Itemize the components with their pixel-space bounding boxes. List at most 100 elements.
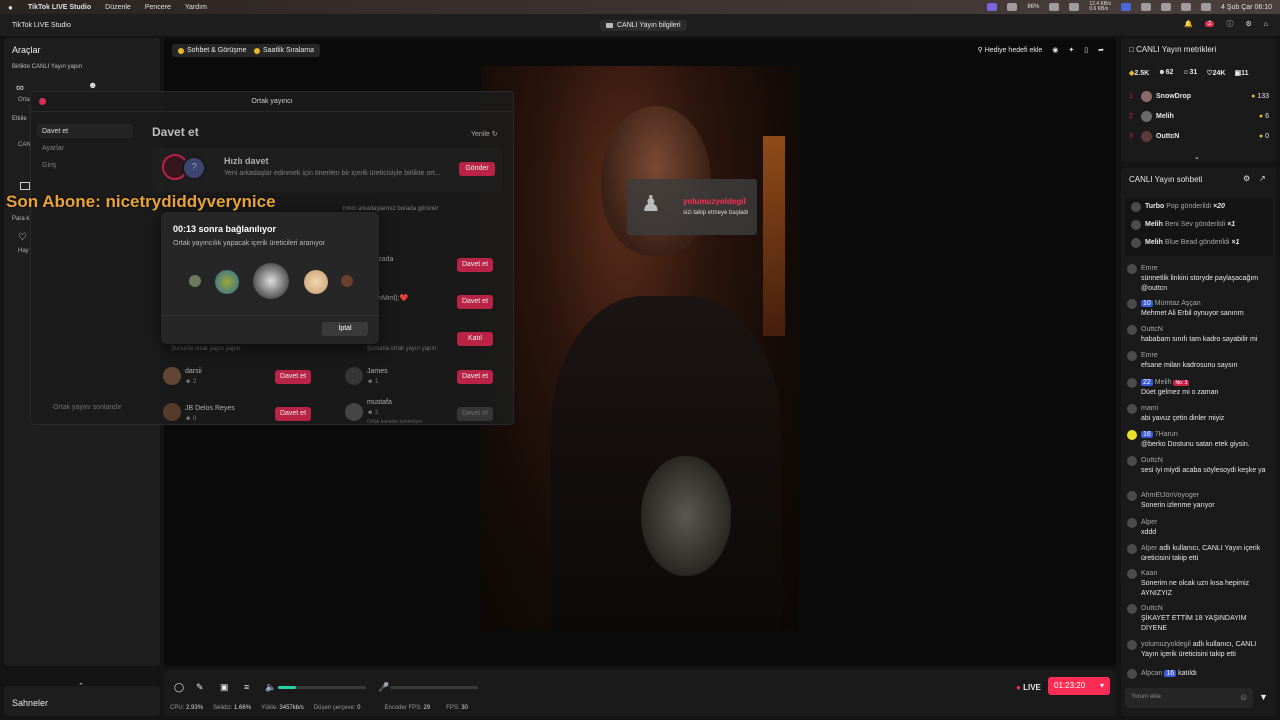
live-indicator: ● LIVE <box>1016 683 1041 692</box>
chat-message[interactable]: OuttcN hababam sınıfı tam kadro sayabilir… <box>1127 325 1272 345</box>
bell-icon[interactable]: 🔔 <box>1184 20 1193 28</box>
chat-message[interactable]: Kaan Sonerim ne olcak uzn kısa hepimiz AY… <box>1127 569 1272 599</box>
chat-message[interactable]: OuttcN sesi iyi miydi acaba söylesoydi ke… <box>1127 456 1272 476</box>
invite-button-1[interactable]: Davet et <box>457 258 493 272</box>
settings-icon[interactable]: ⚙ <box>1243 174 1250 183</box>
status-icon[interactable] <box>1007 3 1018 11</box>
speaker-icon[interactable]: 🔈 <box>265 682 276 693</box>
home-icon[interactable]: ⌂ <box>1264 21 1268 28</box>
user-name: mustafa <box>367 399 392 406</box>
volume-slider[interactable] <box>278 686 366 689</box>
volume-icon[interactable] <box>1141 3 1152 11</box>
background-lamp <box>763 136 785 336</box>
emoji-icon[interactable]: ☺ <box>1239 692 1248 702</box>
gift-row: Turbo Pop gönderildi ×20 <box>1131 202 1276 212</box>
end-live-button[interactable]: 01:23:20 ▾ <box>1048 677 1110 695</box>
chat-message[interactable]: Emre efsane milan kadrosunu saysın <box>1127 351 1272 371</box>
help-icon[interactable]: ⓘ <box>1226 19 1233 29</box>
mac-menubar: ● TikTok LIVE Studio Düzenle Pencere Yar… <box>0 0 1280 14</box>
chat-message[interactable]: Alper adlı kullanıcı, CANLI Yayın içerik… <box>1127 544 1272 564</box>
gift-goal-label: Hediye hedefi ekle <box>984 47 1043 54</box>
avatar <box>341 275 353 287</box>
pen-icon[interactable]: ✎ <box>196 682 204 693</box>
viewers-stat: ☻62 <box>1158 69 1174 76</box>
chevron-down-icon[interactable]: ⌄ <box>1194 153 1200 161</box>
invite-button-disabled[interactable]: Davet et <box>457 407 493 421</box>
chat-message[interactable]: OuttcN ŞİKAYET ETTİM 18 YAŞINDAYIM DİYENE <box>1127 604 1272 634</box>
hourly-rank-pill[interactable]: Saatlik Sıralama <box>248 44 320 57</box>
bluetooth-icon[interactable] <box>1069 3 1080 11</box>
close-dot-icon[interactable] <box>39 98 46 105</box>
selidiz-stat: Selidiz: 1.66% <box>213 705 252 711</box>
invite-button[interactable]: Davet et <box>457 370 493 384</box>
settings-icon[interactable]: ⚙ <box>1245 20 1251 28</box>
menu-app-name[interactable]: TikTok LIVE Studio <box>28 4 91 11</box>
popout-icon[interactable]: ↗ <box>1259 174 1266 183</box>
search-icon[interactable] <box>1181 3 1192 11</box>
chat-message[interactable]: yolumuzyoldegil adlı kullanıcı, CANLI Ya… <box>1127 640 1272 660</box>
cancel-button[interactable]: İptal <box>322 322 368 336</box>
sliders-icon[interactable]: ≡ <box>244 682 249 692</box>
apple-icon[interactable]: ● <box>8 3 18 12</box>
chevron-up-icon[interactable]: ⌃ <box>78 682 84 690</box>
moon-icon[interactable] <box>1049 3 1060 11</box>
record-icon[interactable]: ◯ <box>174 682 184 693</box>
heart-icon[interactable]: ♡ <box>18 232 27 243</box>
monetize-section: Para k <box>12 216 30 222</box>
mic-icon[interactable]: 🎤 <box>378 682 389 693</box>
chat-message[interactable]: AhmEtJönVoyoger Sonerin izlenme yarıyor <box>1127 491 1272 511</box>
refresh-button[interactable]: Yenile ↻ <box>471 130 498 138</box>
menu-help[interactable]: Yardım <box>185 4 207 11</box>
menubar-clock[interactable]: 4 Şub Çar 06:10 <box>1221 4 1272 11</box>
mic-slider[interactable] <box>390 686 478 689</box>
gift-row: Melih Beni Sev gönderildi ×1 <box>1131 220 1276 230</box>
chat-message[interactable]: Alpcan 16 katıldı <box>1127 669 1272 679</box>
control-center-icon[interactable] <box>1201 3 1212 11</box>
crop-icon[interactable]: ▣ <box>220 682 229 693</box>
live-info-button[interactable]: CANLI Yayın bilgileri <box>600 20 687 31</box>
chat-message[interactable]: Emre sünnetlik linkini storyde paylaşacağ… <box>1127 264 1272 294</box>
invite-button[interactable]: Davet et <box>275 407 311 421</box>
chat-message[interactable]: 10 Mümtaz Aşçan Mehmet Ali Erbil oynuyor … <box>1127 299 1272 319</box>
gift-row: Melih Blue Bead gönderildi ×1 <box>1131 238 1276 248</box>
chat-message[interactable]: 22 Melih No. 3 Düet gelmez mi o zaman <box>1127 378 1272 398</box>
sparkle-icon[interactable]: ✦ <box>1068 46 1074 54</box>
quick-invite-card: ? Hızlı davet Yeni arkadaşlar edinmek iç… <box>152 148 502 192</box>
avatar <box>253 263 289 299</box>
scenes-panel: ⌃ Sahneler <box>4 683 160 716</box>
chat-message[interactable]: Alper xddd <box>1127 518 1272 538</box>
tv-icon <box>606 23 613 28</box>
record-toggle-icon[interactable]: ◉ <box>1052 46 1058 54</box>
nav-settings[interactable]: Ayarlar <box>42 145 64 152</box>
menu-edit[interactable]: Düzenle <box>105 4 131 11</box>
menu-window[interactable]: Pencere <box>145 4 171 11</box>
wifi-icon[interactable] <box>1161 3 1172 11</box>
chat-message[interactable]: 16 7Harun @berko Dostunu satan etek giysi… <box>1127 430 1272 450</box>
shirt-print <box>641 456 731 576</box>
chat-call-pill[interactable]: Sohbet & Görüşme <box>172 44 253 57</box>
encoder-fps-stat: Encoder FPS: 29 <box>384 705 431 711</box>
invite-button[interactable]: Davet et <box>275 370 311 384</box>
rank-row: 1 SnowDrop ● 133 <box>1129 90 1269 102</box>
cpu-stat: CPU: 2.93% <box>170 705 204 711</box>
live-chat-panel: CANLI Yayın sohbeti ⚙ ↗ Turbo Pop gönder… <box>1121 168 1276 716</box>
gift-goal-button[interactable]: ⚲ Hediye hedefi ekle <box>978 46 1043 54</box>
end-cohost-link[interactable]: Ortak yayını sonlandır <box>53 404 121 411</box>
filter-icon[interactable]: ▼ <box>1259 692 1268 702</box>
invite-button-2[interactable]: Davet et <box>457 295 493 309</box>
record-icon[interactable] <box>987 3 998 11</box>
app-icon[interactable] <box>1121 3 1132 11</box>
chat-message[interactable]: mami abi yavuz çetin dinler miyiz <box>1127 404 1272 424</box>
chat-input[interactable]: Yorum ekle ☺ <box>1125 688 1253 708</box>
phone-icon[interactable]: ▯ <box>1084 46 1088 54</box>
send-button[interactable]: Gönder <box>459 162 495 176</box>
nav-login[interactable]: Giriş <box>42 162 56 169</box>
dropped-frames-stat: Düşen çerçeve: 0 <box>313 705 361 711</box>
share-icon[interactable]: ➦ <box>1098 46 1104 54</box>
join-button[interactable]: Katıl <box>457 332 493 346</box>
scenes-title: Sahneler <box>12 698 49 708</box>
box-icon[interactable] <box>20 182 30 190</box>
nav-invite[interactable]: Davet et <box>42 128 68 135</box>
likes-stat: ♡24K <box>1206 70 1226 77</box>
chat-input-placeholder: Yorum ekle <box>1131 694 1161 700</box>
